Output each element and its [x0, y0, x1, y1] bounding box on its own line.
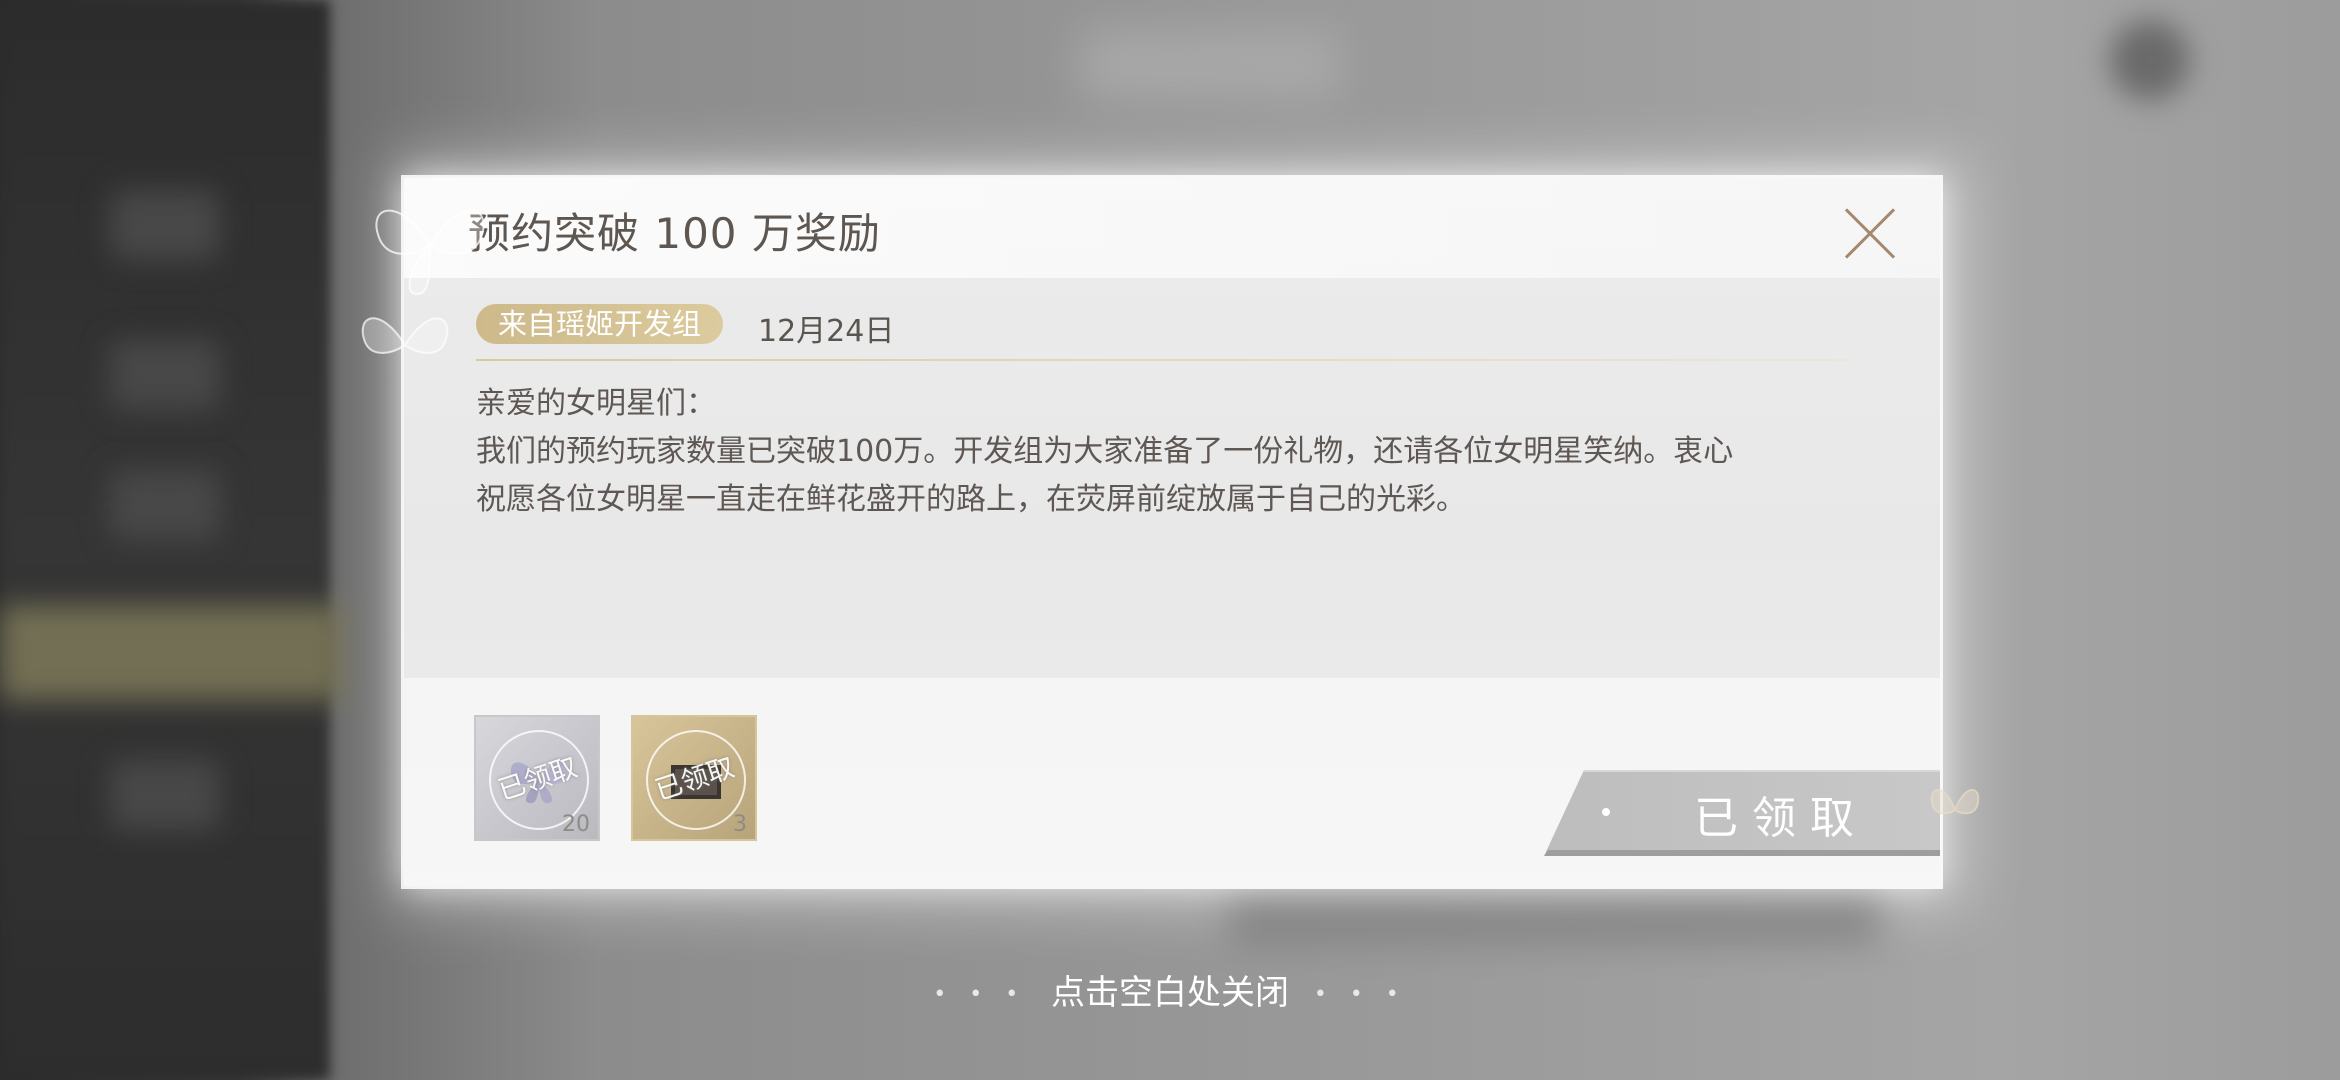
background-menu-item [110, 760, 220, 830]
close-hint-label: 点击空白处关闭 [1051, 973, 1289, 1013]
hint-dots-right: • • • [1313, 982, 1407, 1007]
sender-badge: 来自瑶姬开发组 [476, 304, 724, 344]
mail-date: 12月24日 [758, 314, 895, 349]
butterfly-decoration-icon [361, 317, 449, 354]
background-menu-item [110, 470, 220, 540]
mail-line: 我们的预约玩家数量已突破100万。开发组为大家准备了一份礼物，还请各位女明星笑纳… [476, 434, 1734, 469]
background-selected-strip [0, 605, 345, 700]
background-avatar [2110, 20, 2190, 100]
background-header [1080, 30, 1340, 100]
dialog-title: 预约突破 100 万奖励 [468, 209, 881, 258]
close-hint[interactable]: • • • 点击空白处关闭 • • • [0, 965, 2340, 1014]
button-edge [1544, 850, 1940, 856]
reward-count: 3 [733, 812, 747, 837]
mail-greeting: 亲爱的女明星们： [476, 386, 716, 421]
reward-item[interactable]: 已领取 3 [631, 715, 757, 841]
butterfly-decoration-icon [1930, 789, 1980, 815]
claimed-button[interactable]: 已领取 [1544, 770, 1940, 856]
mail-line: 祝愿各位女明星一直走在鲜花盛开的路上，在荧屏前绽放属于自己的光彩。 [476, 482, 1466, 517]
claimed-button-label: 已领取 [1694, 793, 1868, 844]
mail-body: 亲爱的女明星们： 我们的预约玩家数量已突破100万。开发组为大家准备了一份礼物，… [476, 380, 1866, 524]
background-side-panel [0, 0, 330, 1080]
mail-dialog: 预约突破 100 万奖励 来自瑶姬开发组 12月24日 亲爱的女明星们： 我们的… [404, 178, 1940, 886]
divider [476, 359, 1852, 361]
background-menu-item [110, 190, 220, 260]
close-icon[interactable] [1842, 206, 1898, 262]
hint-dots-left: • • • [933, 982, 1027, 1007]
reward-item[interactable]: 已领取 20 [474, 715, 600, 841]
button-dot [1602, 808, 1610, 816]
reward-count: 20 [562, 812, 590, 837]
background-menu-item [110, 340, 220, 410]
